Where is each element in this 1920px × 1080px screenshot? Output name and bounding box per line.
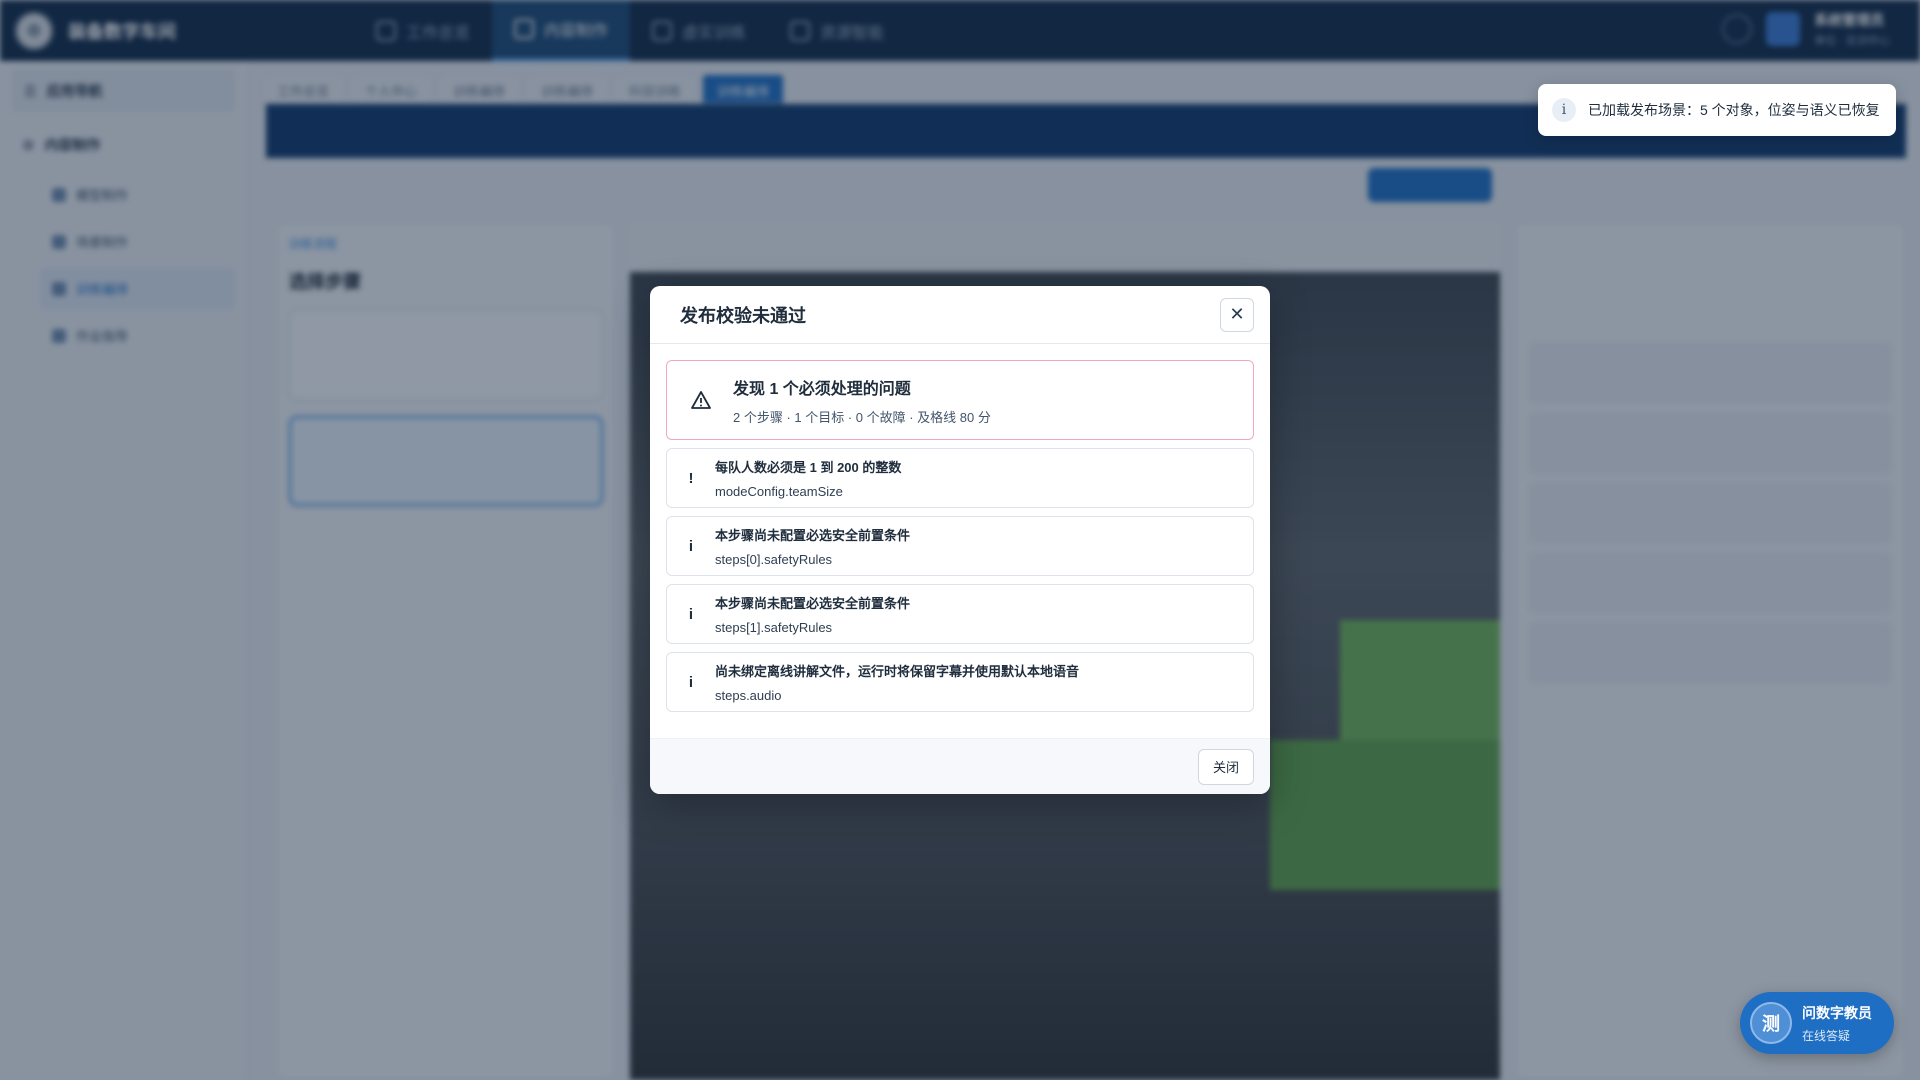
info-icon: i <box>688 673 694 691</box>
issue-title: 本步骤尚未配置必选安全前置条件 <box>715 528 911 543</box>
assistant-info: 问数字教员 在线答疑 <box>1802 1003 1872 1044</box>
issue-content: 本步骤尚未配置必选安全前置条件 steps[1].safetyRules <box>715 593 910 635</box>
error-summary-title: 发现 1 个必须处理的问题 <box>733 380 911 398</box>
issue-content: 每队人数必须是 1 到 200 的整数 modeConfig.teamSize <box>715 457 901 499</box>
dialog-footer: 关闭 <box>650 738 1270 794</box>
error-icon: ! <box>688 469 694 487</box>
error-summary-text: 发现 1 个必须处理的问题 2 个步骤 · 1 个目标 · 0 个故障 · 及格… <box>733 375 991 426</box>
toast-notification: i 已加载发布场景：5 个对象，位姿与语义已恢复 <box>1538 84 1896 136</box>
publish-validation-dialog: 发布校验未通过 ✕ 发现 1 个必须处理的问题 2 个步骤 · 1 个目标 · … <box>650 286 1270 794</box>
info-icon: i <box>688 537 694 555</box>
dialog-title: 发布校验未通过 <box>680 305 806 326</box>
issue-path: steps[1].safetyRules <box>715 620 833 635</box>
issue-item[interactable]: ! 每队人数必须是 1 到 200 的整数 modeConfig.teamSiz… <box>666 448 1254 508</box>
dialog-header: 发布校验未通过 ✕ <box>650 286 1270 344</box>
assistant-status: 在线答疑 <box>1802 1028 1851 1043</box>
issue-item[interactable]: i 本步骤尚未配置必选安全前置条件 steps[0].safetyRules <box>666 516 1254 576</box>
close-button[interactable]: 关闭 <box>1198 748 1254 785</box>
warning-icon <box>691 391 711 409</box>
error-summary-stats: 2 个步骤 · 1 个目标 · 0 个故障 · 及格线 80 分 <box>733 409 991 425</box>
issue-title: 本步骤尚未配置必选安全前置条件 <box>715 596 911 611</box>
issue-path: modeConfig.teamSize <box>715 484 843 499</box>
issue-path: steps.audio <box>715 688 782 703</box>
issue-content: 尚未绑定离线讲解文件，运行时将保留字幕并使用默认本地语音 steps.audio <box>715 661 1079 703</box>
issue-item[interactable]: i 本步骤尚未配置必选安全前置条件 steps[1].safetyRules <box>666 584 1254 644</box>
info-icon: i <box>1552 98 1576 122</box>
dialog-body: 发现 1 个必须处理的问题 2 个步骤 · 1 个目标 · 0 个故障 · 及格… <box>650 344 1270 712</box>
error-summary: 发现 1 个必须处理的问题 2 个步骤 · 1 个目标 · 0 个故障 · 及格… <box>666 360 1254 440</box>
issue-title: 尚未绑定离线讲解文件，运行时将保留字幕并使用默认本地语音 <box>715 664 1080 679</box>
issue-title: 每队人数必须是 1 到 200 的整数 <box>715 460 902 475</box>
assistant-name: 问数字教员 <box>1802 1004 1872 1021</box>
assistant-avatar: 测 <box>1750 1002 1792 1044</box>
toast-text: 已加载发布场景：5 个对象，位姿与语义已恢复 <box>1588 102 1880 118</box>
info-icon: i <box>688 605 694 623</box>
assistant-button[interactable]: 测 问数字教员 在线答疑 <box>1740 992 1894 1054</box>
issue-content: 本步骤尚未配置必选安全前置条件 steps[0].safetyRules <box>715 525 910 567</box>
close-icon[interactable]: ✕ <box>1220 297 1254 332</box>
issue-item[interactable]: i 尚未绑定离线讲解文件，运行时将保留字幕并使用默认本地语音 steps.aud… <box>666 652 1254 712</box>
issue-path: steps[0].safetyRules <box>715 552 833 567</box>
